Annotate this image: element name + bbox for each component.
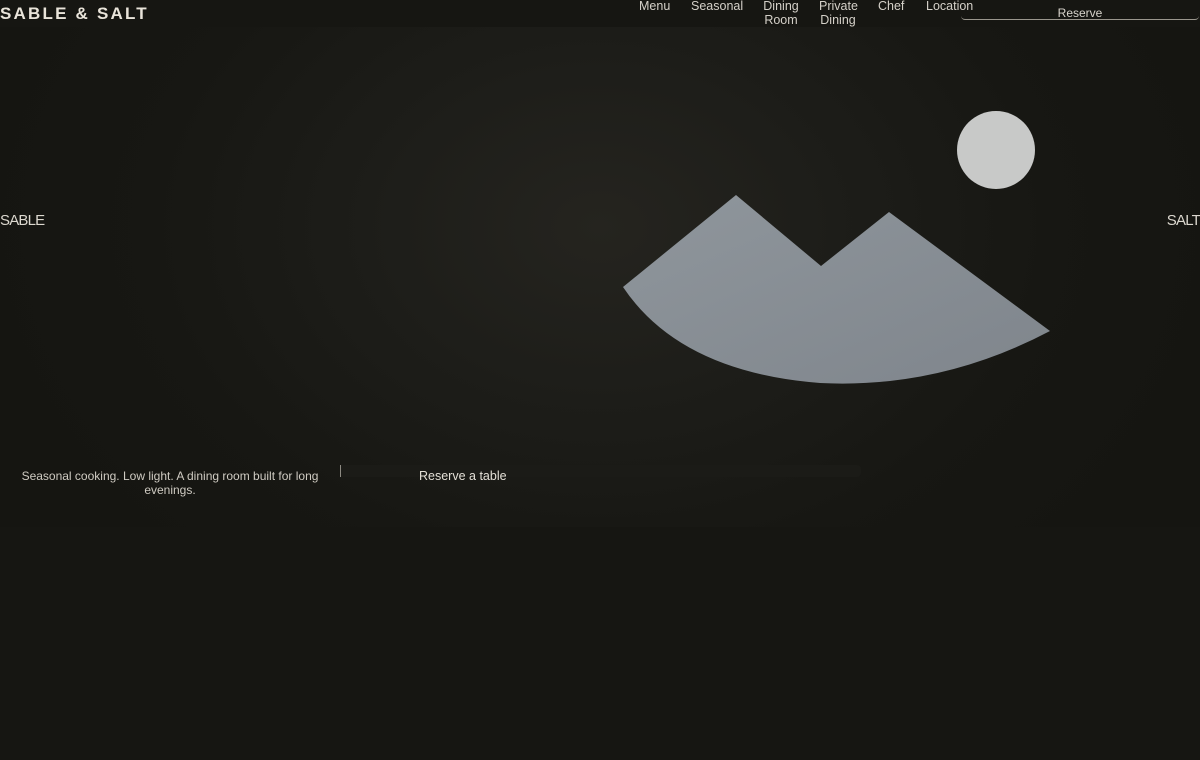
nav-private-dining-link[interactable]: Private Dining [819,0,858,27]
hero-section: SABLE SALT Seasonal cooking. Low light. … [0,27,1200,527]
mountain-icon [623,195,1050,384]
hero-tagline: Seasonal cooking. Low light. A dining ro… [21,469,319,497]
page: SABLE & SALT Menu Seasonal Dining Room P… [0,0,1200,760]
brand-logo[interactable]: SABLE & SALT [0,4,149,24]
nav-seasonal-link[interactable]: Seasonal [691,0,743,13]
image-placeholder-icon [623,111,1050,384]
reserve-table-button[interactable]: Reserve a table [419,469,507,483]
site-header: SABLE & SALT Menu Seasonal Dining Room P… [0,0,1200,27]
nav-dining-room-link[interactable]: Dining Room [763,0,799,27]
hero-left-word: SABLE [0,212,45,229]
reserve-nav-button[interactable]: Reserve [961,0,1199,20]
reserve-table-cta-container: Reserve a table [340,465,861,483]
nav-chef-link[interactable]: Chef [878,0,904,13]
moon-icon [957,111,1035,189]
hero-right-word: SALT [1166,212,1200,229]
nav-menu-link[interactable]: Menu [639,0,670,13]
